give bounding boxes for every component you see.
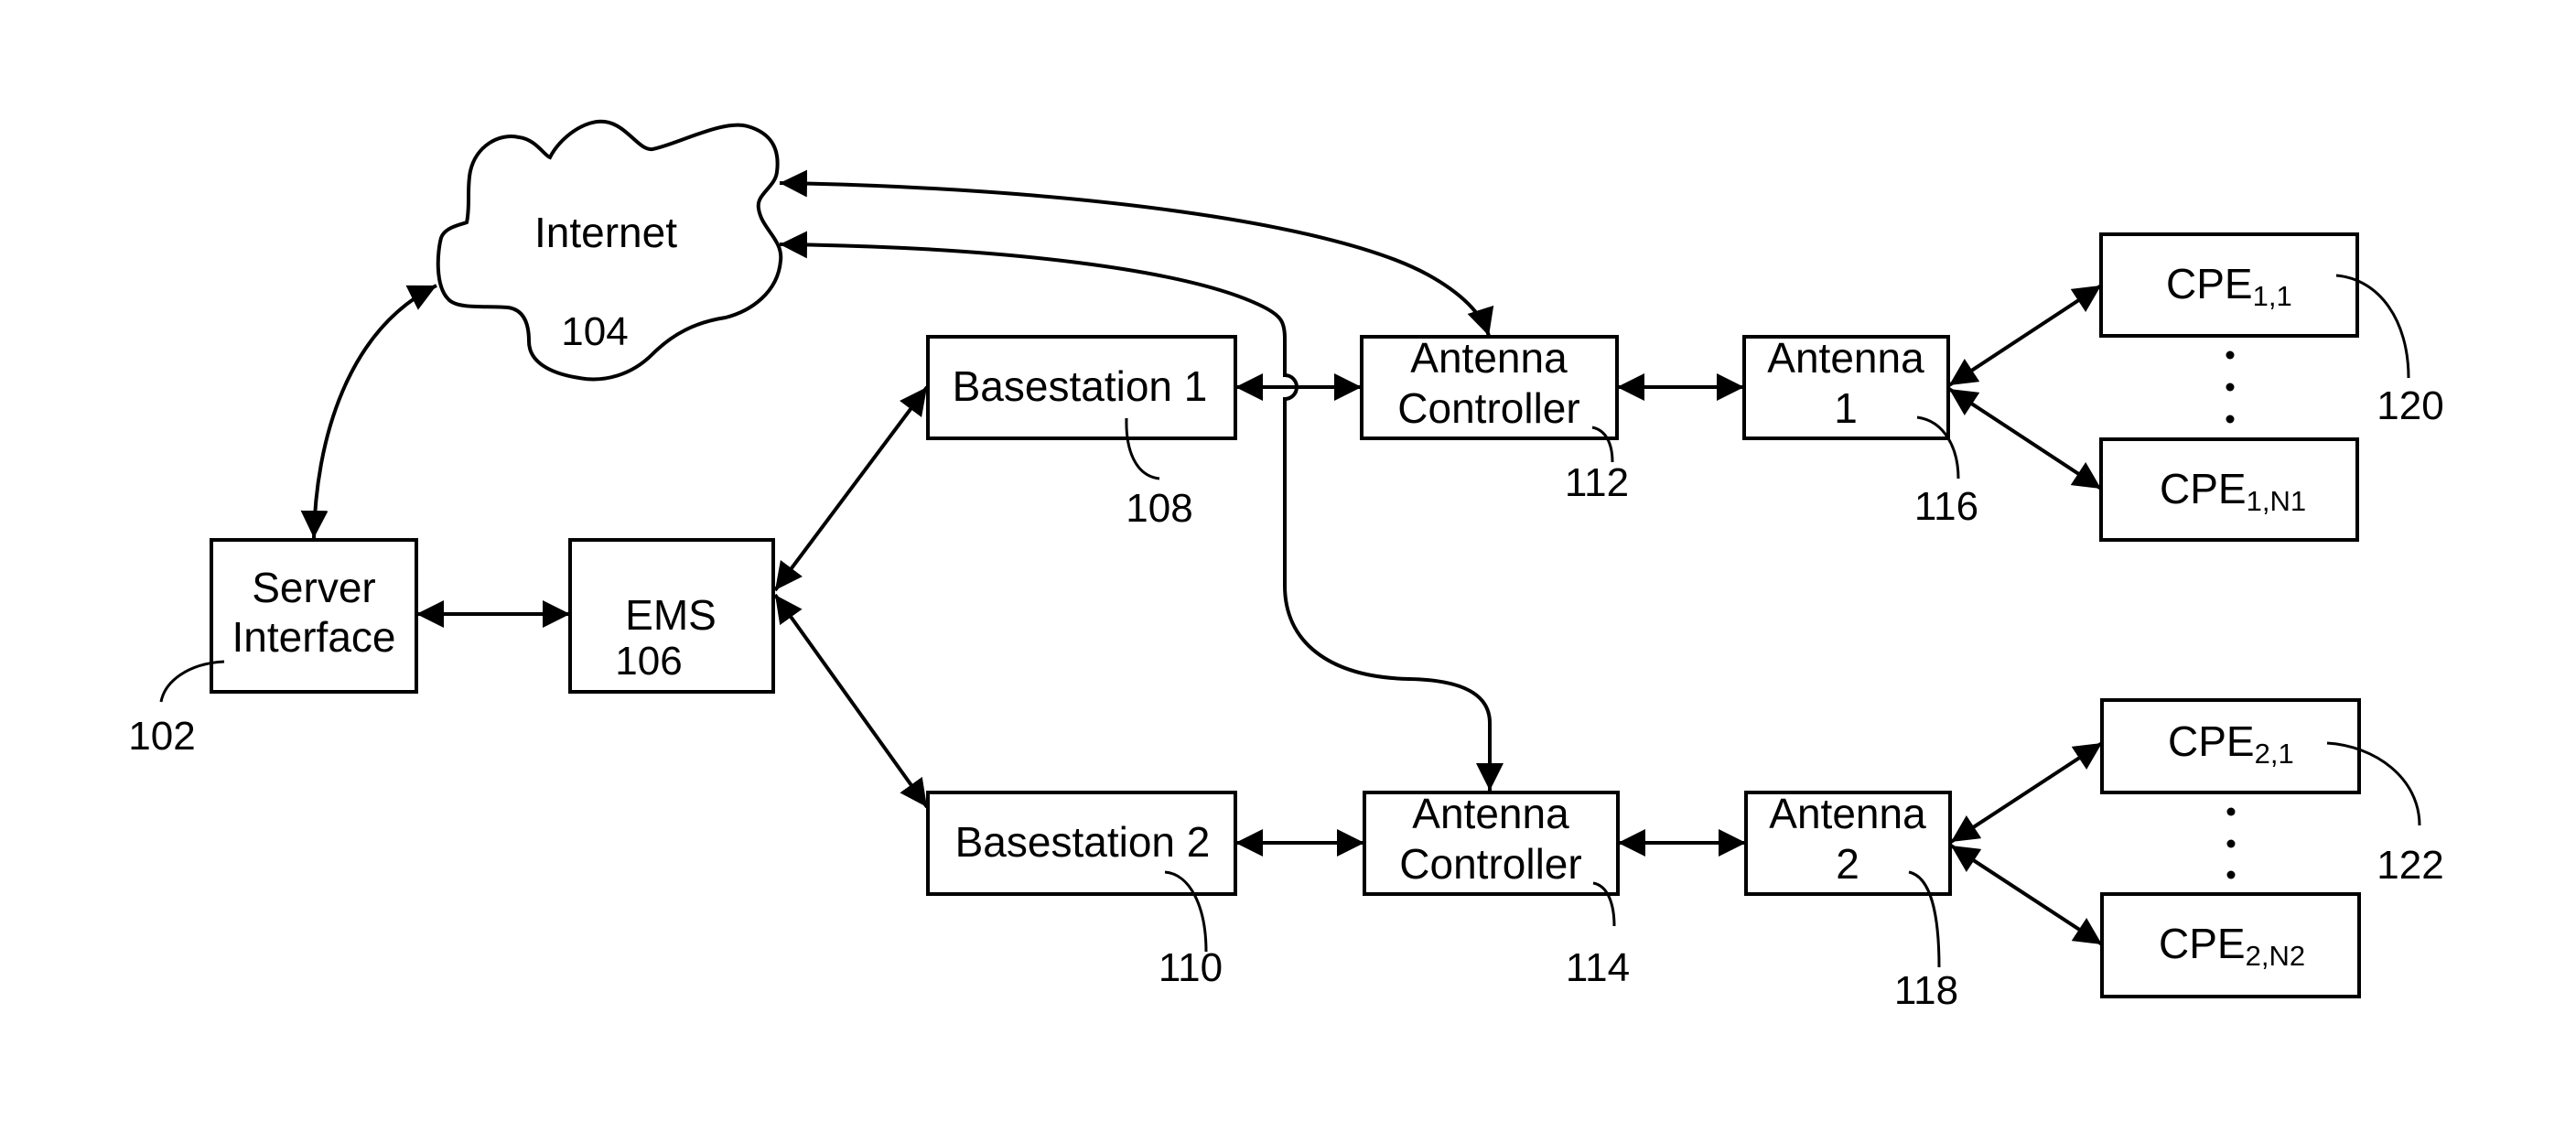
cpe-1-1-node[interactable]: CPE1,1 — [2099, 232, 2359, 338]
ellipsis-dot — [2226, 383, 2235, 392]
cpe-2-1-base: CPE — [2168, 717, 2255, 765]
antenna-controller-2-label-line2: Controller — [1399, 840, 1581, 888]
antenna-1-ref: 116 — [1914, 484, 1978, 529]
ellipsis-dot — [2226, 350, 2235, 360]
edge-antenna-2-cpe-2-n2 — [1949, 844, 2104, 946]
server-interface-label-line2: Interface — [232, 613, 396, 661]
basestation-1-ref: 108 — [1126, 486, 1192, 531]
edge-antenna-1-cpe-1-1 — [1947, 284, 2103, 387]
server-interface-node[interactable]: Server Interface — [210, 538, 418, 694]
antenna-2-ref: 118 — [1894, 968, 1958, 1013]
internet-ref: 104 — [561, 309, 628, 354]
cpe-1-n1-base: CPE — [2160, 465, 2247, 512]
basestation-2-label: Basestation 2 — [955, 818, 1211, 866]
cpe-1-1-subscript: 1,1 — [2253, 280, 2292, 312]
server-interface-label-line1: Server — [252, 564, 375, 611]
cpe-group-1-ref: 120 — [2377, 383, 2443, 428]
cpe-1-n1-subscript: 1,N1 — [2247, 485, 2306, 517]
antenna-controller-1-label-line1: Antenna — [1410, 334, 1568, 382]
antenna-controller-2-label-line1: Antenna — [1412, 790, 1569, 837]
internet-label: Internet — [534, 209, 677, 256]
ellipsis-dot — [2226, 415, 2235, 424]
antenna-1-label-line2: 1 — [1834, 384, 1858, 432]
antenna-controller-2-node[interactable]: Antenna Controller — [1363, 790, 1620, 896]
antenna-1-node[interactable]: Antenna 1 — [1742, 334, 1950, 440]
antenna-2-label-line1: Antenna — [1769, 790, 1926, 837]
antenna-controller-2-ref: 114 — [1566, 945, 1630, 990]
edge-antenna-1-cpe-1-n1 — [1947, 387, 2103, 490]
basestation-1-label: Basestation 1 — [953, 362, 1208, 410]
cpe-2-n2-base: CPE — [2159, 920, 2246, 967]
cpe-1-n1-node[interactable]: CPE1,N1 — [2099, 437, 2359, 542]
antenna-controller-1-node[interactable]: Antenna Controller — [1360, 334, 1619, 440]
edge-ems-basestation-2 — [773, 593, 929, 809]
cpe-2-1-subscript: 2,1 — [2255, 738, 2294, 770]
cpe-group-2-ellipsis — [2226, 807, 2236, 879]
cpe-1-1-base: CPE — [2166, 260, 2253, 307]
antenna-2-label-line2: 2 — [1836, 840, 1859, 888]
antenna-1-label-line1: Antenna — [1767, 334, 1924, 382]
antenna-controller-1-ref: 112 — [1565, 460, 1629, 505]
basestation-1-node[interactable]: Basestation 1 — [926, 335, 1237, 440]
ems-label: EMS — [625, 591, 717, 639]
cpe-group-1-ellipsis — [2226, 350, 2235, 424]
cpe-group-2-ref: 122 — [2377, 843, 2443, 888]
edge-server-internet — [300, 284, 437, 539]
basestation-2-ref: 110 — [1159, 945, 1223, 990]
cpe-2-n2-subscript: 2,N2 — [2246, 940, 2305, 972]
ellipsis-dot — [2226, 870, 2236, 879]
edge-antenna-2-cpe-2-1 — [1949, 741, 2104, 844]
internet-cloud: Internet 104 — [436, 119, 783, 382]
edge-internet-antenna-controller-1 — [779, 169, 1494, 337]
antenna-controller-1-label-line2: Controller — [1397, 384, 1579, 432]
cpe-2-1-node[interactable]: CPE2,1 — [2100, 698, 2361, 794]
network-diagram: Internet 104 Server Interface 102 EMS 10… — [128, 119, 2444, 1013]
edge-ems-basestation-1 — [773, 385, 929, 592]
ems-ref: 106 — [615, 639, 682, 684]
server-interface-ref: 102 — [128, 714, 195, 759]
ellipsis-dot — [2226, 807, 2236, 816]
cpe-2-n2-node[interactable]: CPE2,N2 — [2100, 892, 2361, 998]
ems-node[interactable]: EMS 106 — [568, 538, 775, 694]
ellipsis-dot — [2226, 839, 2236, 848]
basestation-2-node[interactable]: Basestation 2 — [926, 791, 1237, 896]
